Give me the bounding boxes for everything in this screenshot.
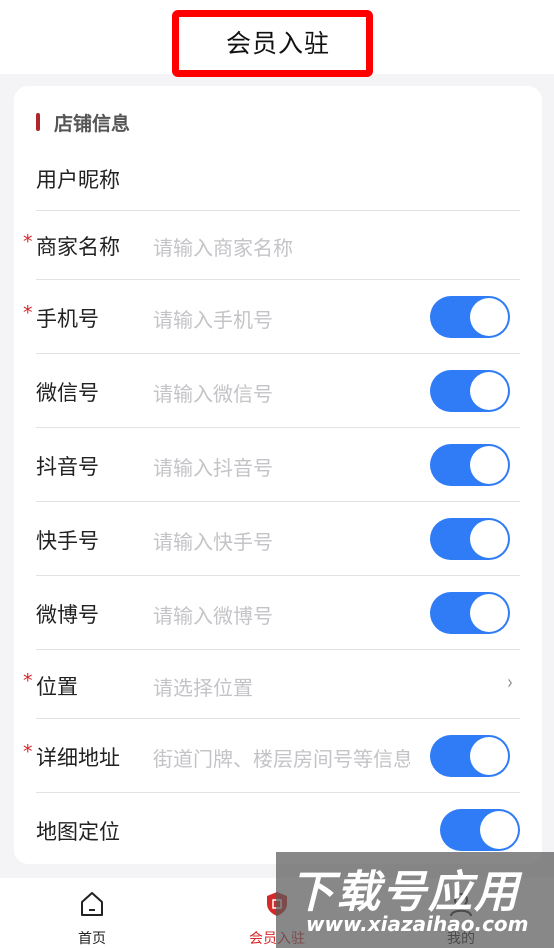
nickname-label: 用户昵称 [36,168,120,192]
nickname-row: 用户昵称 [36,150,520,211]
map-location-label: 地图定位 [36,820,120,844]
toggle-knob [470,298,508,336]
phone-row[interactable]: * 手机号 请输入手机号 [23,280,520,354]
kuaishou-input[interactable]: 请输入快手号 [153,526,273,555]
douyin-row[interactable]: 抖音号 请输入抖音号 [36,428,520,502]
merchant-name-label: 商家名称 [36,235,120,259]
toggle-knob [470,737,508,775]
weibo-row[interactable]: 微博号 请输入微博号 [36,576,520,650]
map-location-row[interactable]: 地图定位 [36,793,520,865]
toggle-knob [470,372,508,410]
toggle-knob [470,594,508,632]
toggle-knob [480,811,518,849]
tab-mine[interactable]: 我的 [416,890,506,948]
required-mark: * [23,741,33,763]
tab-member-join-label: 会员入驻 [249,931,305,947]
user-icon [450,893,472,917]
map-location-toggle[interactable] [440,809,520,851]
phone-visibility-toggle[interactable] [430,296,510,338]
phone-input[interactable]: 请输入手机号 [153,304,273,333]
tab-home-label: 首页 [78,931,106,947]
page-title: 会员入驻 [226,29,331,58]
location-row[interactable]: * 位置 请选择位置 › [23,650,520,719]
phone-label: 手机号 [36,307,99,331]
merchant-name-input[interactable]: 请输入商家名称 [153,232,293,261]
douyin-visibility-toggle[interactable] [430,444,510,486]
tab-home[interactable]: 首页 [47,890,137,948]
kuaishou-label: 快手号 [36,529,99,553]
wechat-label: 微信号 [36,381,99,405]
tab-mine-label: 我的 [447,931,475,947]
weibo-label: 微博号 [36,603,99,627]
kuaishou-visibility-toggle[interactable] [430,518,510,560]
required-mark: * [23,670,33,692]
home-icon [81,892,103,916]
address-row[interactable]: * 详细地址 街道门牌、楼层房间号等信息 [23,719,520,793]
location-label: 位置 [36,675,78,699]
shop-shield-icon [267,892,287,916]
wechat-input[interactable]: 请输入微信号 [153,378,273,407]
douyin-label: 抖音号 [36,455,99,479]
address-label: 详细地址 [36,746,120,770]
wechat-visibility-toggle[interactable] [430,370,510,412]
kuaishou-row[interactable]: 快手号 请输入快手号 [36,502,520,576]
weibo-visibility-toggle[interactable] [430,592,510,634]
wechat-row[interactable]: 微信号 请输入微信号 [36,354,520,428]
section-header: 店铺信息 [36,110,131,135]
section-accent-bar [36,113,40,131]
location-select[interactable]: 请选择位置 [153,672,253,701]
address-visibility-toggle[interactable] [430,735,510,777]
merchant-name-row[interactable]: * 商家名称 请输入商家名称 [23,211,520,280]
toggle-knob [470,520,508,558]
address-input[interactable]: 街道门牌、楼层房间号等信息 [153,743,410,772]
required-mark: * [23,302,33,324]
chevron-right-icon: › [507,670,513,694]
required-mark: * [23,231,33,253]
toggle-knob [470,446,508,484]
weibo-input[interactable]: 请输入微博号 [153,600,273,629]
section-title: 店铺信息 [54,112,131,135]
bottom-tab-bar: 首页 会员入驻 我的 [0,878,554,948]
douyin-input[interactable]: 请输入抖音号 [153,452,273,481]
tab-member-join[interactable]: 会员入驻 [232,890,322,948]
